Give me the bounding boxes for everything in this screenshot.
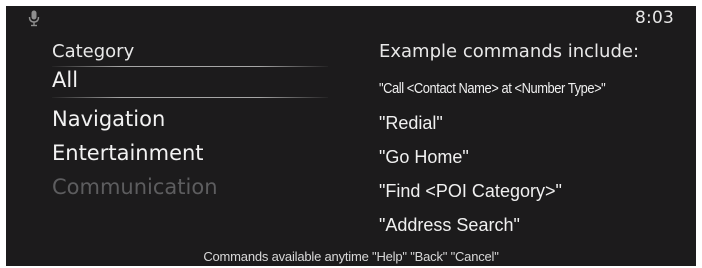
category-item-navigation[interactable]: Navigation [52,102,328,136]
example-command: "Go Home" [379,147,469,167]
category-item-communication: Communication [52,175,218,199]
voice-command-screen: 8:03 Category All Navigation Entertainme… [6,6,696,266]
footer-hint: Commands available anytime "Help" "Back"… [203,249,499,264]
status-bar: 8:03 [6,6,696,30]
examples-panel: Example commands include: "Call <Contact… [379,40,689,242]
category-item-entertainment[interactable]: Entertainment [52,136,328,170]
category-item-all[interactable]: All [52,67,328,97]
example-command: "Redial" [379,113,443,133]
selection-divider [52,97,328,98]
category-heading: Category [52,41,135,62]
examples-heading: Example commands include: [379,41,640,62]
microphone-icon [28,10,40,27]
example-command: "Find <POI Category>" [379,181,562,201]
example-command: "Call <Contact Name> at <Number Type>" [379,80,606,97]
clock: 8:03 [635,8,674,28]
example-command: "Address Search" [379,215,520,235]
category-panel: Category All Navigation Entertainment Co… [52,40,328,204]
